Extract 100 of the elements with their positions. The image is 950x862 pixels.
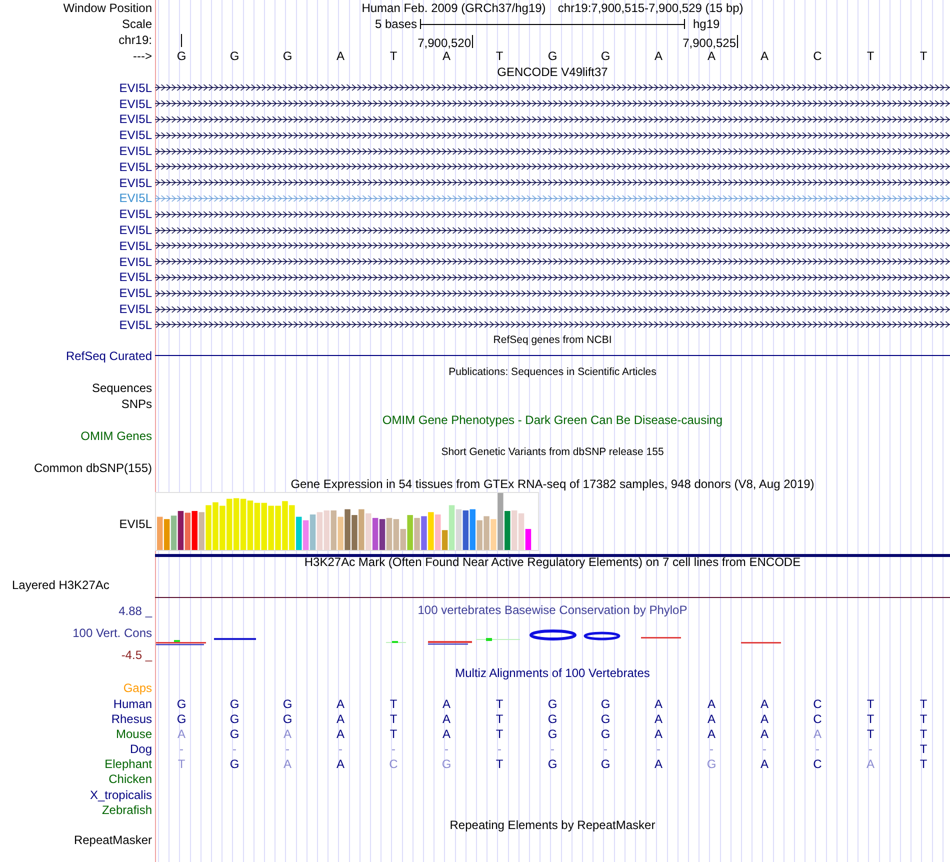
gene-label[interactable]: EVI5L (119, 208, 152, 220)
transcript-line[interactable] (155, 290, 950, 297)
aligned-base: G (282, 712, 292, 725)
species-label[interactable]: Chicken (108, 773, 152, 786)
aligned-base: G (230, 728, 240, 740)
aligned-base: T (920, 743, 928, 756)
species-label[interactable]: Mouse (116, 728, 152, 740)
gene-label[interactable]: EVI5L (119, 113, 152, 126)
aligned-base: A (760, 758, 768, 770)
base-letter: A (336, 50, 344, 62)
aligned-base: - (710, 743, 714, 756)
aligned-base: A (442, 728, 450, 740)
track-title: 100 vertebrates Basewise Conservation by PhyloP (418, 604, 688, 616)
aligned-base: G (176, 698, 186, 710)
aligned-base: - (550, 743, 554, 756)
gene-label[interactable]: EVI5L (119, 318, 152, 331)
track-title: H3K27Ac Mark (Often Found Near Active Regulatory Elements) on 7 cell lines from ENCODE (304, 556, 801, 568)
position-text: chr19:7,900,515-7,900,529 (15 bp) (558, 2, 744, 14)
aligned-base: - (338, 743, 342, 756)
aligned-base: G (548, 698, 558, 710)
track-label: Window Position (63, 2, 152, 14)
aligned-base: A (336, 712, 344, 725)
aligned-base: T (866, 698, 874, 710)
aligned-base: C (813, 698, 822, 710)
base-letter: A (707, 50, 716, 62)
gene-label[interactable]: EVI5L (119, 256, 152, 268)
species-label[interactable]: Zebrafish (102, 804, 152, 816)
aligned-base: T (920, 758, 928, 770)
aligned-base: A (336, 728, 344, 740)
aligned-base: - (498, 743, 502, 756)
species-label[interactable]: Elephant (104, 758, 152, 770)
species-label[interactable]: Dog (130, 743, 152, 756)
aligned-base: - (232, 743, 236, 756)
aligned-base: - (656, 743, 660, 756)
assembly-label: hg19 (692, 18, 720, 30)
axis-min-label: -4.5 _ (121, 648, 152, 661)
transcript-line[interactable] (155, 100, 950, 108)
track-label: chr19: (118, 34, 152, 46)
gene-label[interactable]: EVI5L (119, 82, 152, 94)
aligned-base: G (600, 728, 610, 740)
aligned-base: G (600, 712, 610, 725)
transcript-line[interactable] (155, 132, 950, 139)
base-letter: T (496, 50, 504, 62)
aligned-base: A (654, 728, 662, 740)
aligned-base: G (600, 698, 610, 710)
aligned-base: A (760, 698, 768, 710)
gene-label[interactable]: EVI5L (119, 240, 152, 252)
track-label[interactable]: Sequences (92, 382, 152, 394)
gene-label[interactable]: EVI5L (119, 176, 152, 189)
aligned-base: A (760, 712, 768, 725)
expression-bars-drawing[interactable] (155, 492, 539, 551)
gene-label[interactable]: EVI5L (119, 287, 152, 300)
aligned-base: T (390, 728, 398, 740)
transcript-line[interactable] (155, 258, 950, 266)
gene-label[interactable]: EVI5L (119, 129, 152, 142)
track-title: GENCODE V49lift37 (497, 66, 608, 78)
species-label[interactable]: Rhesus (111, 712, 152, 725)
aligned-base: G (230, 698, 240, 710)
species-label[interactable]: X_tropicalis (90, 788, 152, 801)
gene-label[interactable]: EVI5L (119, 160, 152, 173)
track-label[interactable]: RepeatMasker (74, 834, 152, 846)
base-letter: A (760, 50, 768, 62)
gene-label[interactable]: EVI5L (119, 271, 152, 284)
track-label[interactable]: RefSeq Curated (66, 350, 152, 362)
gene-label[interactable]: EVI5L (119, 224, 152, 236)
aligned-base: G (282, 698, 292, 710)
aligned-base: A (707, 728, 716, 740)
aligned-base: T (496, 758, 504, 770)
aligned-base: A (442, 698, 450, 710)
aligned-base: T (496, 728, 504, 740)
gene-label[interactable]: EVI5L (119, 145, 152, 158)
track-label[interactable]: Layered H3K27Ac (12, 578, 110, 591)
strand-label: ---> (133, 50, 152, 62)
gene-label[interactable]: EVI5L (119, 303, 152, 316)
aligned-base: G (548, 758, 558, 770)
aligned-base: - (762, 743, 766, 756)
track-label[interactable]: 100 Vert. Cons (60, 626, 152, 639)
base-letter: A (654, 50, 662, 62)
transcript-line[interactable] (155, 210, 950, 218)
base-letter: G (230, 50, 240, 62)
aligned-base: G (600, 758, 610, 770)
transcript-line[interactable] (155, 179, 950, 186)
aligned-base: - (180, 743, 184, 756)
gene-label[interactable]: EVI5L (119, 98, 152, 110)
track-title: OMIM Gene Phenotypes - Dark Green Can Be Disease-causing (382, 414, 723, 426)
base-letter: T (866, 50, 874, 62)
track-label[interactable]: Common dbSNP(155) (34, 462, 152, 474)
transcript-line[interactable] (155, 242, 950, 250)
track-label: Scale (122, 18, 152, 30)
aligned-base: - (604, 743, 608, 756)
transcript-line[interactable] (155, 321, 950, 328)
gene-label[interactable]: EVI5L (119, 518, 152, 530)
transcript-line[interactable] (155, 163, 950, 170)
aligned-base: C (813, 758, 822, 770)
aligned-base: T (496, 712, 504, 725)
species-label[interactable]: Human (113, 698, 152, 710)
aligned-base: G (230, 758, 240, 770)
aligned-base: T (920, 698, 928, 710)
track-label[interactable]: SNPs (121, 398, 152, 410)
track-label[interactable]: OMIM Genes (80, 430, 152, 442)
